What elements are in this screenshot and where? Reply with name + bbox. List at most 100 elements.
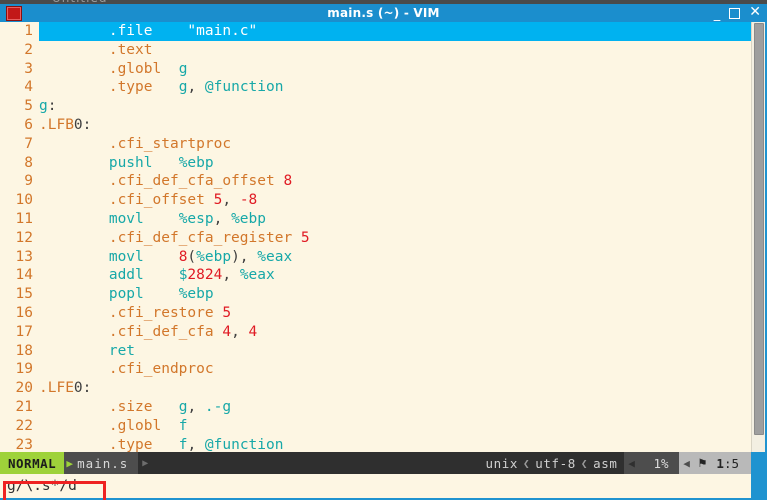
code-line[interactable]: 13 movl 8(%ebp), %eax bbox=[0, 248, 751, 267]
scrollbar-thumb[interactable] bbox=[754, 23, 764, 435]
line-number: 17 bbox=[15, 323, 33, 340]
line-number: 7 bbox=[24, 135, 33, 152]
line-number: 11 bbox=[15, 210, 33, 227]
code-line[interactable]: 22 .globl f bbox=[0, 417, 751, 436]
code-line[interactable]: 15 popl %ebp bbox=[0, 285, 751, 304]
code-text: .globl f bbox=[39, 417, 188, 434]
code-line[interactable]: 23 .type f, @function bbox=[0, 436, 751, 452]
code-line[interactable]: 20 .LFE0: bbox=[0, 379, 751, 398]
status-encoding: utf-8 bbox=[535, 455, 576, 471]
code-line[interactable]: 11 movl %esp, %ebp bbox=[0, 210, 751, 229]
code-line[interactable]: 9 .cfi_def_cfa_offset 8 bbox=[0, 172, 751, 191]
token-kw: popl bbox=[108, 286, 144, 303]
window-titlebar[interactable]: main.s (~) - VIM _ ✕ bbox=[0, 4, 767, 22]
token-pln bbox=[39, 305, 109, 321]
token-pln bbox=[39, 249, 109, 265]
token-pln: : bbox=[47, 98, 57, 115]
token-pln: : bbox=[82, 380, 92, 397]
token-pln bbox=[153, 23, 188, 39]
token-pln bbox=[39, 399, 109, 415]
line-number: 8 bbox=[24, 154, 33, 171]
code-line[interactable]: 14 addl $2824, %eax bbox=[0, 266, 751, 285]
token-kw: %eax bbox=[257, 248, 293, 265]
token-pln bbox=[153, 437, 179, 452]
code-line[interactable]: 18 ret bbox=[0, 342, 751, 361]
code-text: .cfi_def_cfa 4, 4 bbox=[39, 324, 257, 340]
token-dir: .globl bbox=[108, 60, 162, 77]
line-number: 21 bbox=[15, 398, 33, 415]
token-pln bbox=[144, 249, 179, 265]
code-line[interactable]: 8 pushl %ebp bbox=[0, 154, 751, 173]
line-number: 3 bbox=[24, 60, 33, 77]
token-pln bbox=[39, 42, 109, 58]
window-controls: _ ✕ bbox=[714, 5, 761, 22]
code-line[interactable]: 6 .LFB0: bbox=[0, 116, 751, 135]
token-pln bbox=[39, 211, 109, 227]
code-text: g: bbox=[39, 98, 56, 114]
maximize-icon[interactable] bbox=[729, 7, 741, 19]
status-filetype: asm bbox=[593, 455, 618, 471]
token-kw: f bbox=[178, 417, 188, 434]
code-line[interactable]: 7 .cfi_startproc bbox=[0, 135, 751, 154]
token-pln bbox=[39, 230, 109, 246]
vertical-scrollbar[interactable] bbox=[751, 22, 765, 452]
token-pln bbox=[144, 267, 179, 283]
line-number: 12 bbox=[15, 229, 33, 246]
code-line[interactable]: 4 .type g, @function bbox=[0, 78, 751, 97]
token-pln bbox=[144, 211, 179, 227]
close-icon[interactable]: ✕ bbox=[749, 5, 761, 19]
code-line[interactable]: 21 .size g, .-g bbox=[0, 398, 751, 417]
token-pln bbox=[39, 173, 109, 189]
token-pln bbox=[39, 343, 109, 359]
code-text: .LFB0: bbox=[39, 117, 91, 133]
code-line[interactable]: 1 .file "main.c" bbox=[0, 22, 751, 41]
arrow-left-icon-1: ◀ bbox=[623, 452, 640, 474]
code-line[interactable]: 10 .cfi_offset 5, -8 bbox=[0, 191, 751, 210]
code-line[interactable]: 2 .text bbox=[0, 41, 751, 60]
code-text: movl 8(%ebp), %eax bbox=[39, 249, 292, 265]
token-pln: ), bbox=[231, 248, 258, 265]
line-number: 20 bbox=[15, 380, 33, 397]
code-text: addl $2824, %eax bbox=[39, 267, 275, 283]
status-file-separator-icon: ▶ bbox=[138, 452, 153, 474]
vim-command-line[interactable]: g/\.s*/d bbox=[0, 474, 751, 498]
line-number: 5 bbox=[24, 98, 33, 115]
code-line[interactable]: 19 .cfi_endproc bbox=[0, 360, 751, 379]
code-text: .file "main.c" bbox=[39, 23, 257, 39]
arrow-left-icon-2: ◀ bbox=[678, 452, 695, 474]
line-number: 14 bbox=[15, 267, 33, 284]
token-dir: .cfi_endproc bbox=[108, 361, 214, 378]
code-line[interactable]: 12 .cfi_def_cfa_register 5 bbox=[0, 229, 751, 248]
code-editor[interactable]: 1 .file "main.c" 2 .text 3 .globl g4 .type… bbox=[0, 22, 751, 452]
token-num: 2824 bbox=[187, 267, 223, 284]
status-cursor-position: ⚑ 1:5 bbox=[694, 452, 751, 474]
code-text: popl %ebp bbox=[39, 286, 214, 302]
token-pln bbox=[39, 61, 109, 77]
token-lbl: .LFE bbox=[39, 380, 74, 397]
line-number: 16 bbox=[15, 304, 33, 321]
code-line[interactable]: 3 .globl g bbox=[0, 60, 751, 79]
token-dir: .text bbox=[108, 41, 153, 58]
status-line: NORMAL ▶ main.s ▶ unix ❮ utf-8 ❮ asm ◀ 1… bbox=[0, 452, 751, 474]
line-number: 4 bbox=[24, 79, 33, 96]
code-line[interactable]: 16 .cfi_restore 5 bbox=[0, 304, 751, 323]
token-pln: 0 bbox=[73, 116, 83, 133]
token-kw: g bbox=[178, 60, 188, 77]
token-kw: ret bbox=[108, 342, 136, 359]
line-number: 22 bbox=[15, 417, 33, 434]
token-kw: %ebp bbox=[231, 210, 266, 227]
status-fileformat: unix bbox=[485, 455, 519, 471]
code-text: pushl %ebp bbox=[39, 155, 214, 171]
code-text: .cfi_def_cfa_offset 8 bbox=[39, 173, 292, 189]
token-kw: .-g bbox=[204, 398, 232, 415]
minimize-icon[interactable]: _ bbox=[714, 8, 721, 22]
token-dir: .cfi_offset bbox=[108, 192, 205, 209]
token-pln bbox=[39, 324, 109, 340]
status-column-number: 5 bbox=[731, 455, 739, 471]
token-dir: .cfi_restore bbox=[108, 304, 214, 321]
vim-window: Untitled main.s (~) - VIM _ ✕ 1 .file "m… bbox=[0, 0, 767, 500]
code-line[interactable]: 5 g: bbox=[0, 97, 751, 116]
token-pln bbox=[39, 418, 109, 434]
token-kw: %eax bbox=[239, 267, 275, 284]
code-line[interactable]: 17 .cfi_def_cfa 4, 4 bbox=[0, 323, 751, 342]
